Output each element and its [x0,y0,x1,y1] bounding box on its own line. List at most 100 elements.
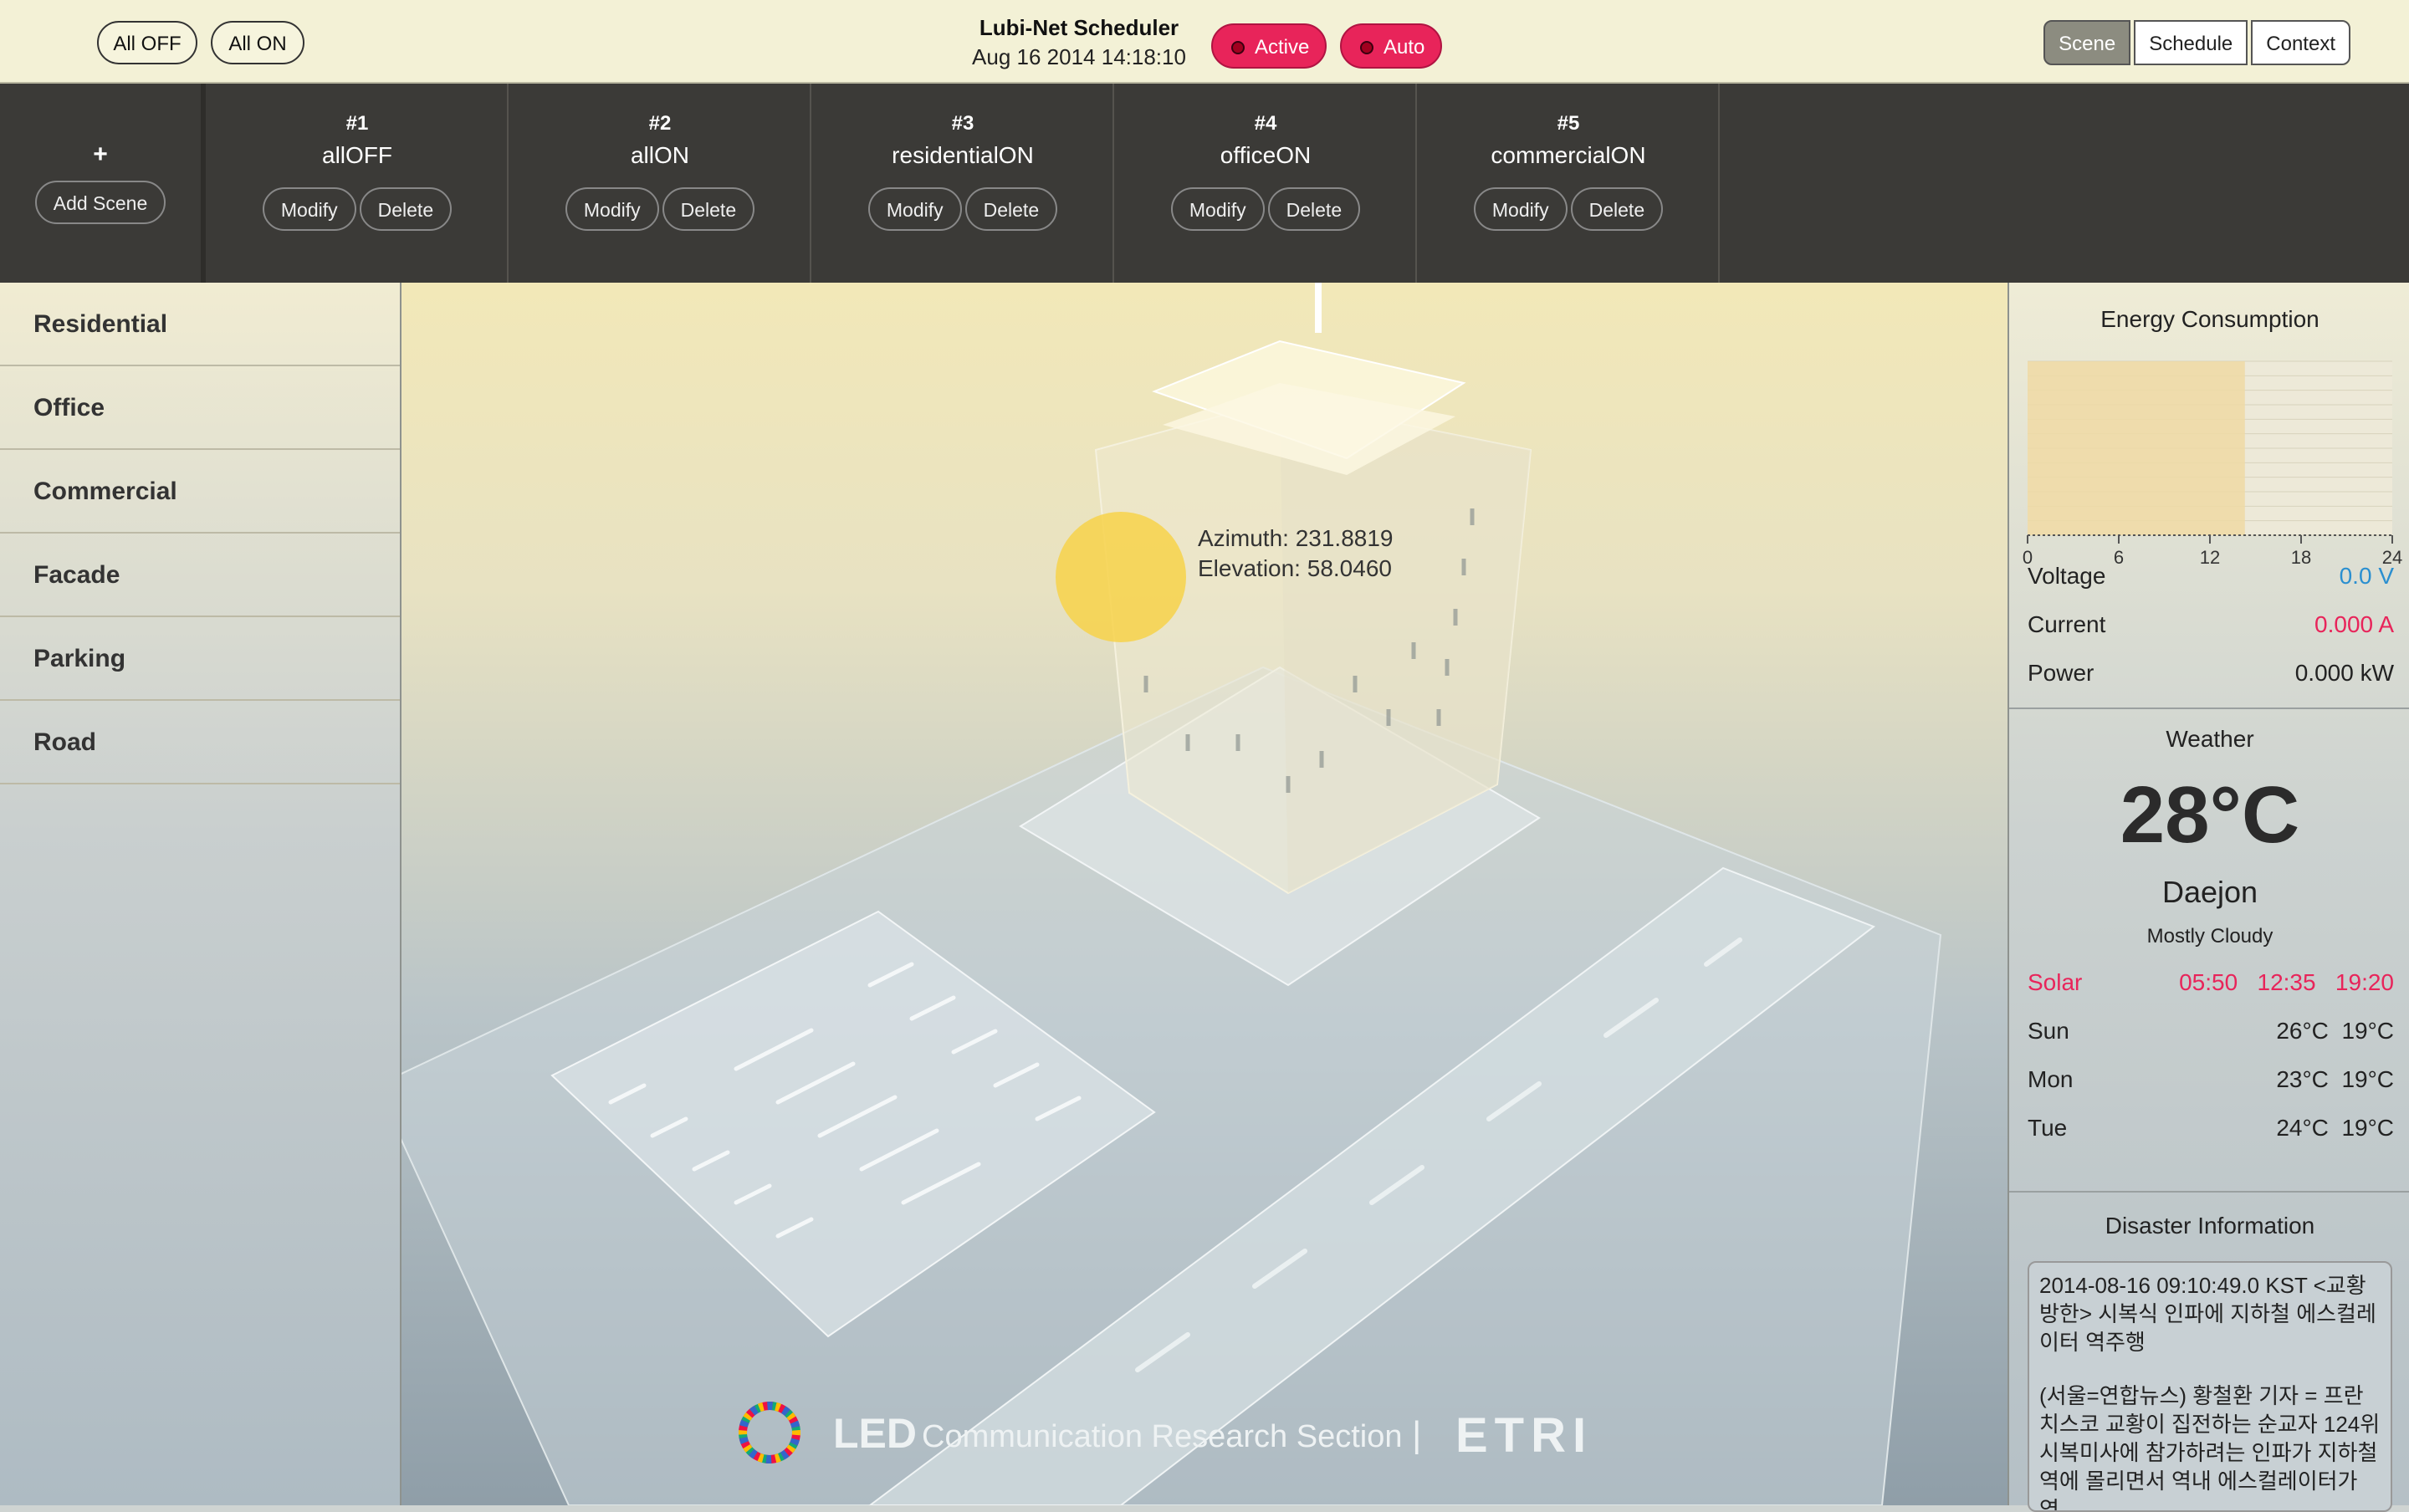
scene-card: #3 residentialON Modify Delete [813,84,1114,283]
sidebar-item-facade[interactable]: Facade [0,534,400,617]
delete-button[interactable]: Delete [1267,187,1361,231]
divider [2009,707,2409,709]
app-title: Lubi-Net Scheduler [979,15,1179,40]
forecast-high: 23°C [2276,1066,2329,1092]
weather-condition: Mostly Cloudy [2146,925,2273,948]
azimuth-text: Azimuth: 231.8819 [1198,525,1394,551]
forecast-temps: 23°C 19°C [2276,1055,2394,1104]
scene-name: allON [630,142,689,168]
weather-title: Weather [2166,726,2254,752]
solar-label: Solar [2028,969,2083,995]
forecast-row: Tue 24°C 19°C [2009,1104,2409,1152]
app-header: Lubi-Net Scheduler Aug 16 2014 14:18:10 [920,15,1238,70]
auto-label: Auto [1384,36,1425,59]
scene-name: allOFF [322,142,392,168]
scene-name: officeON [1220,142,1312,168]
add-scene-button[interactable]: Add Scene [34,181,166,224]
tab-schedule[interactable]: Schedule [2134,20,2248,65]
auto-toggle[interactable]: Auto [1340,23,1442,69]
modify-button[interactable]: Modify [1170,187,1265,231]
all-off-button[interactable]: All OFF [97,21,197,64]
forecast-day: Mon [2028,1066,2074,1092]
forecast-day: Sun [2028,1018,2069,1044]
scene-number: #5 [1557,112,1580,135]
scene-number: #1 [345,112,369,135]
forecast-low: 19°C [2341,1115,2394,1141]
scene-number: #2 [648,112,672,135]
chart-bar [2028,361,2245,535]
current-value: 0.000 A [2314,611,2394,637]
info-panel: Energy Consumption 0 6 12 18 24 Voltage 0.0 … [2008,283,2409,1512]
delete-button[interactable]: Delete [662,187,755,231]
plus-icon: + [93,140,108,168]
modify-button[interactable]: Modify [867,187,962,231]
led-color-wheel-icon [739,1402,800,1463]
sidebar-item-commercial[interactable]: Commercial [0,450,400,534]
footer-separator: | [1412,1414,1422,1455]
forecast-row: Mon 23°C 19°C [2009,1055,2409,1104]
forecast-temps: 26°C 19°C [2276,1007,2394,1055]
tab-scene[interactable]: Scene [2043,20,2131,65]
solar-noon-time: 12:35 [2257,969,2316,995]
solar-row: Solar 05:50 12:35 19:20 [2009,958,2409,1007]
scene-name: residentialON [892,142,1034,168]
delete-button[interactable]: Delete [964,187,1058,231]
sun-position-label: Azimuth: 231.8819 Elevation: 58.0460 [1198,524,1394,584]
current-label: Current [2028,611,2106,637]
current-datetime: Aug 16 2014 14:18:10 [972,44,1186,69]
sunrise-time: 05:50 [2179,969,2238,995]
all-on-button[interactable]: All ON [211,21,304,64]
forecast-temps: 24°C 19°C [2276,1104,2394,1152]
power-row: Power 0.000 kW [2009,649,2409,697]
sunset-time: 19:20 [2335,969,2394,995]
footer-section-text: Communication Research Section [922,1419,1403,1454]
scene-card: #1 allOFF Modify Delete [207,84,509,283]
scene-number: #3 [951,112,974,135]
add-scene-panel: + Add Scene [0,84,206,283]
disaster-section: Disaster Information [2009,1213,2409,1239]
sidebar-item-road[interactable]: Road [0,701,400,784]
energy-title: Energy Consumption [2100,306,2319,332]
forecast-day: Tue [2028,1115,2068,1141]
view-tabs: Scene Schedule Context [2040,20,2350,65]
scene-name: commercialON [1491,142,1646,168]
scene-number: #4 [1254,112,1277,135]
voltage-row: Voltage 0.0 V [2009,552,2409,600]
sidebar-item-parking[interactable]: Parking [0,617,400,701]
scene-card: #4 officeON Modify Delete [1116,84,1417,283]
modify-button[interactable]: Modify [262,187,356,231]
modify-button[interactable]: Modify [565,187,659,231]
forecast-low: 19°C [2341,1066,2394,1092]
divider [2009,1191,2409,1193]
sidebar-item-residential[interactable]: Residential [0,283,400,366]
forecast-high: 24°C [2276,1115,2329,1141]
voltage-label: Voltage [2028,563,2106,589]
city-name: Daejon [2161,875,2258,909]
scene-card: #5 commercialON Modify Delete [1419,84,1720,283]
forecast-low: 19°C [2341,1018,2394,1044]
delete-button[interactable]: Delete [1570,187,1664,231]
scene-3d-view[interactable]: Azimuth: 231.8819 Elevation: 58.0460 LED… [402,283,2008,1505]
tab-context[interactable]: Context [2251,20,2350,65]
city-model-render [402,283,1942,1505]
voltage-value: 0.0 V [2339,563,2394,589]
delete-button[interactable]: Delete [359,187,453,231]
etri-logo: ETRI [1455,1408,1593,1463]
active-label: Active [1255,36,1310,59]
footer-led-text: LED [833,1410,917,1457]
temperature-display: 28°C [2120,770,2300,860]
sidebar-item-office[interactable]: Office [0,366,400,450]
disaster-feed[interactable]: 2014-08-16 09:10:49.0 KST <교황방한> 시복식 인파에… [2028,1261,2392,1512]
disaster-body: (서울=연합뉴스) 황철환 기자 = 프란치스코 교황이 집전하는 순교자 12… [2039,1383,2381,1512]
energy-section: Energy Consumption [2009,306,2409,333]
scene-card: #2 allON Modify Delete [510,84,811,283]
top-bar: All OFF All ON Lubi-Net Scheduler Aug 16… [0,0,2409,84]
energy-chart: 0 6 12 18 24 [2023,360,2402,568]
status-dot-icon [1231,41,1245,54]
scene-bar: + Add Scene #1 allOFF Modify Delete #2 al… [0,84,2409,283]
energy-readings: Voltage 0.0 V Current 0.000 A Power 0.00… [2009,552,2409,697]
elevation-text: Elevation: 58.0460 [1198,555,1392,581]
modify-button[interactable]: Modify [1473,187,1568,231]
active-toggle[interactable]: Active [1211,23,1327,69]
current-row: Current 0.000 A [2009,600,2409,649]
